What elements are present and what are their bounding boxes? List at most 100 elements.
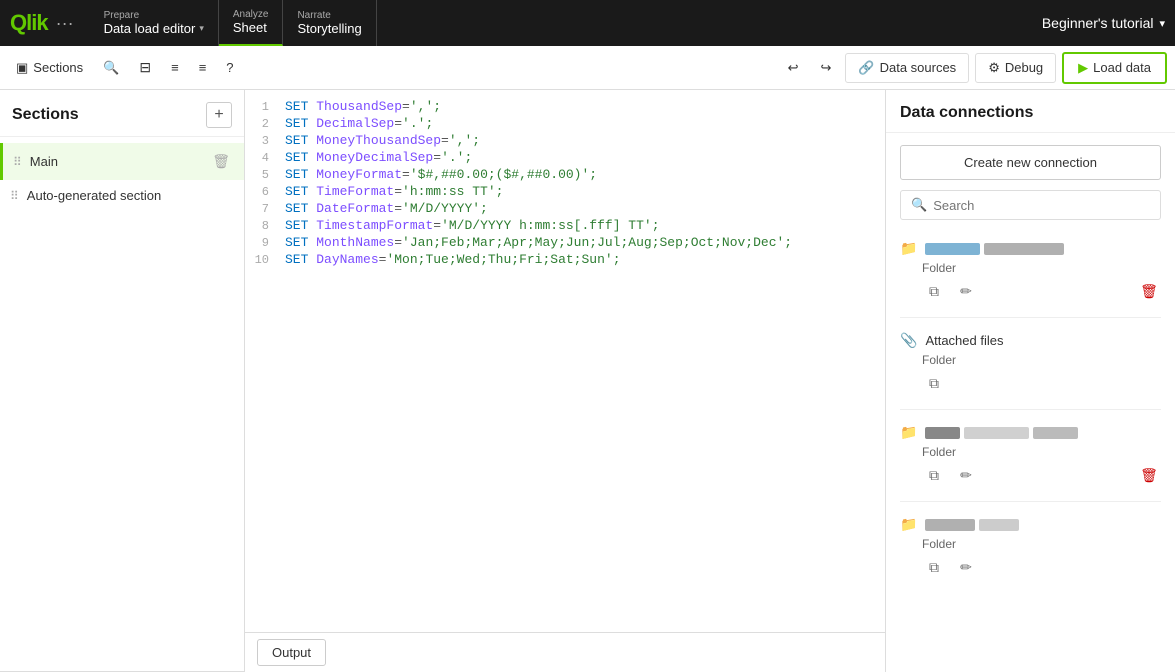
connection-item-attached: 📎 Attached files Folder ⧉: [886, 324, 1175, 403]
nav-analyze-title: Sheet: [233, 20, 269, 35]
search-icon: 🔍: [103, 60, 119, 76]
connection-edit-button-1[interactable]: ✏: [954, 279, 978, 303]
attached-sub-label: Folder: [922, 353, 1161, 367]
sidebar-item-label-auto: Auto-generated section: [27, 188, 234, 203]
code-line: 4SET MoneyDecimalSep='.';: [245, 149, 885, 166]
nav-prepare-arrow: ▾: [199, 23, 204, 34]
connection-name-row-3: 📁: [900, 424, 1161, 441]
connection-label-4: Folder: [922, 537, 1161, 551]
app-title-area[interactable]: Beginner's tutorial ▾: [1042, 15, 1165, 31]
line-number: 8: [245, 218, 285, 233]
toolbar-right: ↩ ↪ 🔗 Data sources ⚙ Debug ▶ Load data: [780, 52, 1167, 84]
connection-name-row-1: 📁: [900, 240, 1161, 257]
nav-prepare[interactable]: Prepare Data load editor ▾: [90, 0, 219, 46]
create-connection-button[interactable]: Create new connection: [900, 145, 1161, 180]
sidebar-item-auto[interactable]: ⠿ Auto-generated section: [0, 180, 244, 211]
connection-label-1: Folder: [922, 261, 1161, 275]
format-icon: ⊟: [139, 59, 151, 76]
line-number: 5: [245, 167, 285, 182]
add-section-button[interactable]: +: [206, 102, 232, 128]
paperclip-icon: 📎: [900, 332, 917, 349]
undo-button[interactable]: ↩: [780, 55, 807, 81]
attached-actions: ⧉: [922, 371, 1161, 395]
line-number: 7: [245, 201, 285, 216]
nav-more-button[interactable]: ···: [56, 13, 74, 34]
connection-copy-button-3[interactable]: ⧉: [922, 463, 946, 487]
sidebar-item-main[interactable]: ⠿ Main 🗑: [0, 143, 244, 180]
line-code: SET MonthNames='Jan;Feb;Mar;Apr;May;Jun;…: [285, 235, 885, 250]
nav-prepare-title: Data load editor ▾: [104, 21, 204, 36]
data-sources-icon: 🔗: [858, 60, 874, 76]
nav-prepare-label: Prepare: [104, 10, 204, 21]
debug-button[interactable]: ⚙ Debug: [975, 53, 1056, 83]
format-button[interactable]: ⊟: [131, 54, 159, 81]
code-line: 8SET TimestampFormat='M/D/YYYY h:mm:ss[.…: [245, 217, 885, 234]
drag-handle-icon: ⠿: [13, 155, 22, 169]
data-sources-button[interactable]: 🔗 Data sources: [845, 53, 969, 83]
connections-search-input[interactable]: [933, 198, 1150, 213]
right-panel-header: Data connections: [886, 90, 1175, 133]
drag-handle-icon-auto: ⠿: [10, 189, 19, 203]
load-data-play-icon: ▶: [1078, 60, 1088, 76]
connection-item-3: 📁 Folder ⧉ ✏ 🗑: [886, 416, 1175, 495]
connection-delete-button-1[interactable]: 🗑: [1137, 279, 1161, 303]
sections-toggle-button[interactable]: ▣ Sections: [8, 55, 91, 81]
line-number: 1: [245, 99, 285, 114]
code-line: 1SET ThousandSep=',';: [245, 98, 885, 115]
sections-panel-icon: ▣: [16, 60, 28, 76]
code-line: 10SET DayNames='Mon;Tue;Wed;Thu;Fri;Sat;…: [245, 251, 885, 268]
help-icon: ?: [226, 60, 233, 75]
code-line: 6SET TimeFormat='h:mm:ss TT';: [245, 183, 885, 200]
line-number: 6: [245, 184, 285, 199]
connection-edit-button-4[interactable]: ✏: [954, 555, 978, 579]
code-line: 7SET DateFormat='M/D/YYYY';: [245, 200, 885, 217]
connection-actions-3: ⧉ ✏ 🗑: [922, 463, 1161, 487]
search-icon-connections: 🔍: [911, 197, 927, 213]
divider-1: [900, 317, 1161, 318]
data-sources-label: Data sources: [880, 60, 957, 75]
debug-label: Debug: [1005, 60, 1043, 75]
line-number: 4: [245, 150, 285, 165]
attached-files-label: Attached files: [925, 333, 1003, 348]
folder-icon-1: 📁: [900, 240, 917, 257]
line-code: SET ThousandSep=',';: [285, 99, 885, 114]
qlik-logo: Qlik: [10, 10, 48, 36]
outdent-button[interactable]: ≡: [191, 55, 215, 80]
line-code: SET TimestampFormat='M/D/YYYY h:mm:ss[.f…: [285, 218, 885, 233]
output-button[interactable]: Output: [257, 639, 326, 666]
attached-copy-button[interactable]: ⧉: [922, 371, 946, 395]
connection-copy-button-4[interactable]: ⧉: [922, 555, 946, 579]
code-line: 2SET DecimalSep='.';: [245, 115, 885, 132]
sidebar: Sections + ⠿ Main 🗑 ⠿ Auto-generated sec…: [0, 90, 245, 672]
connection-actions-1: ⧉ ✏ 🗑: [922, 279, 1161, 303]
redo-button[interactable]: ↪: [813, 55, 840, 81]
search-button[interactable]: 🔍: [95, 55, 127, 81]
connection-delete-button-3[interactable]: 🗑: [1137, 463, 1161, 487]
indent-button[interactable]: ≡: [163, 55, 187, 80]
connection-copy-button-1[interactable]: ⧉: [922, 279, 946, 303]
redo-icon: ↪: [821, 60, 832, 76]
app-title-text: Beginner's tutorial: [1042, 15, 1154, 31]
divider-2: [900, 409, 1161, 410]
debug-icon: ⚙: [988, 60, 1000, 76]
nav-narrate-label: Narrate: [297, 10, 361, 21]
right-panel-title: Data connections: [900, 104, 1033, 121]
line-code: SET MoneyFormat='$#,##0.00;($#,##0.00)';: [285, 167, 885, 182]
code-editor[interactable]: 1SET ThousandSep=',';2SET DecimalSep='.'…: [245, 90, 885, 632]
line-number: 9: [245, 235, 285, 250]
right-panel: Data connections Create new connection 🔍…: [885, 90, 1175, 672]
load-data-button[interactable]: ▶ Load data: [1062, 52, 1167, 84]
indent-icon: ≡: [171, 60, 179, 75]
nav-narrate[interactable]: Narrate Storytelling: [283, 0, 376, 46]
delete-section-main-button[interactable]: 🗑: [208, 151, 234, 172]
folder-icon-3: 📁: [900, 424, 917, 441]
line-number: 3: [245, 133, 285, 148]
sidebar-item-label-main: Main: [30, 154, 200, 169]
nav-narrate-title: Storytelling: [297, 21, 361, 36]
nav-analyze[interactable]: Analyze Sheet: [219, 0, 284, 46]
connection-name-blur-4: [925, 519, 1161, 531]
connection-edit-button-3[interactable]: ✏: [954, 463, 978, 487]
divider-3: [900, 501, 1161, 502]
help-button[interactable]: ?: [218, 55, 241, 80]
code-line: 5SET MoneyFormat='$#,##0.00;($#,##0.00)'…: [245, 166, 885, 183]
